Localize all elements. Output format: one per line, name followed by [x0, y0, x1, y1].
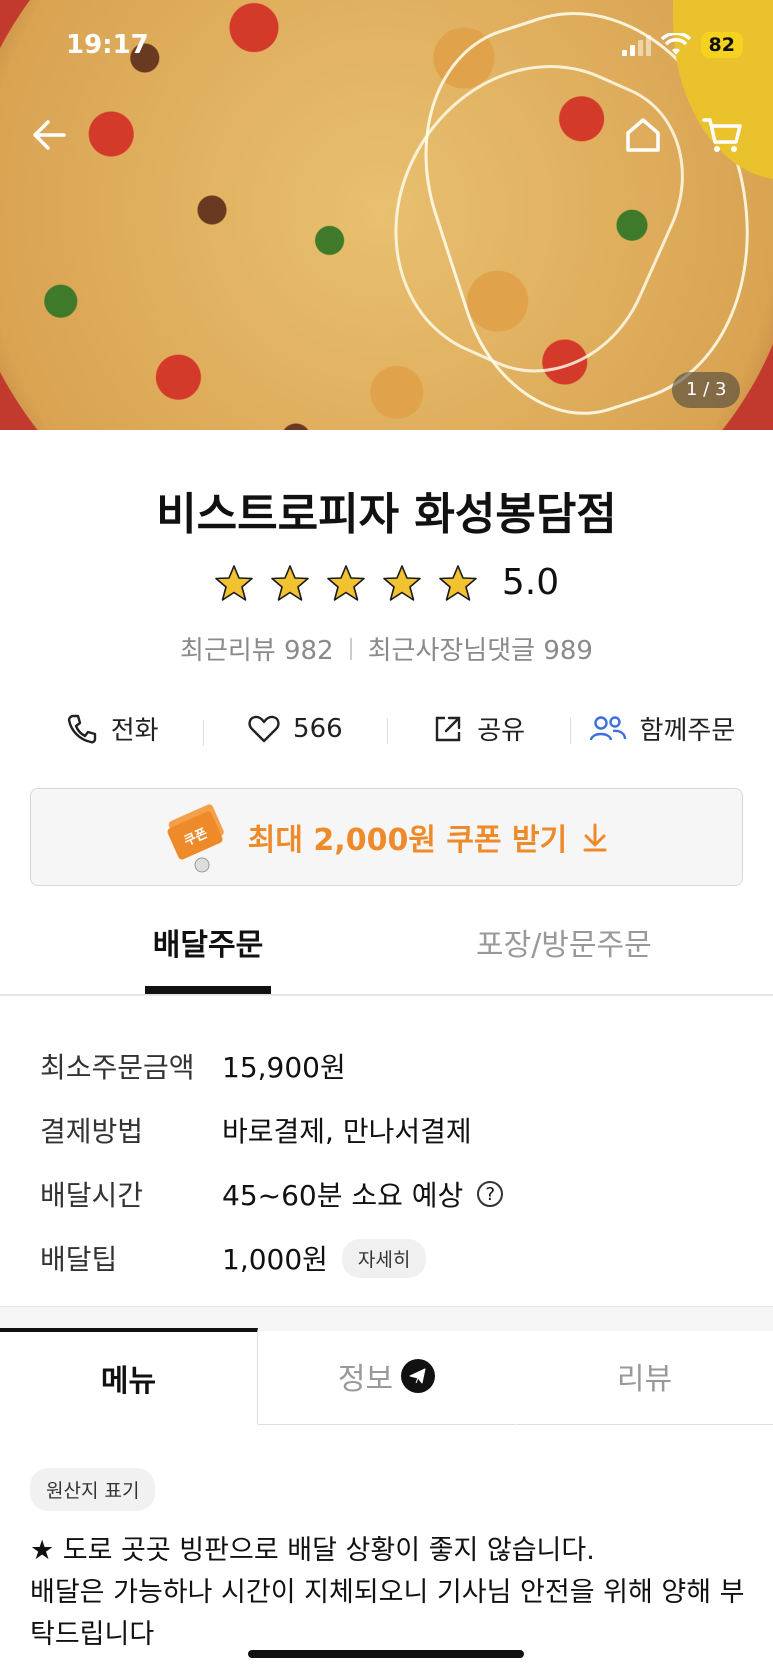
store-content-tabs: 메뉴 정보 리뷰: [0, 1328, 773, 1426]
megaphone-icon: [401, 1359, 436, 1393]
share-icon: [436, 716, 461, 741]
store-name: 비스트로피자 화성봉담점: [156, 489, 617, 540]
status-icons: 82: [621, 32, 743, 58]
battery-indicator: 82: [700, 32, 743, 58]
cart-icon: [702, 118, 742, 152]
help-icon[interactable]: ?: [477, 1181, 504, 1207]
star-icon: [438, 563, 478, 603]
like-button[interactable]: 566: [203, 712, 386, 746]
tab-menu[interactable]: 메뉴: [0, 1328, 258, 1424]
delivery-time-wrap: 45~60분 소요 예상 ?: [222, 1174, 504, 1214]
star-icon: [382, 563, 422, 603]
tab-delivery-order[interactable]: 배달주문: [145, 920, 271, 994]
notice-line-2: 배달은 가능하나 시간이 지체되오니 기사님 안전을 위해 양해 부탁드립니다: [30, 1577, 745, 1650]
signal-icon: [621, 34, 651, 56]
home-button[interactable]: [620, 112, 666, 158]
delivery-tip-label: 배달팁: [40, 1243, 118, 1276]
separator: [349, 637, 352, 660]
payment-value: 바로결제, 만나서결제: [222, 1115, 472, 1148]
group-order-label: 함께주문: [639, 716, 736, 746]
image-pager: 1 / 3: [672, 372, 741, 408]
delivery-time-value: 45~60분 소요 예상: [222, 1179, 464, 1212]
info-row-delivery-time: 배달시간 45~60분 소요 예상 ?: [40, 1162, 504, 1226]
share-button[interactable]: 공유: [386, 710, 570, 747]
origin-label-button[interactable]: 원산지 표기: [30, 1468, 156, 1511]
like-count: 566: [293, 713, 343, 744]
delivery-info: 최소주문금액 15,900원 결제방법 바로결제, 만나서결제 배달시간 45~…: [40, 1034, 504, 1290]
tab-info[interactable]: 정보: [258, 1328, 515, 1425]
info-row-delivery-tip: 배달팁 1,000원 자세히: [40, 1226, 503, 1290]
rating-row[interactable]: 5.0: [0, 562, 773, 603]
group-order-button[interactable]: 함께주문: [569, 710, 753, 747]
coupon-banner[interactable]: 쿠폰 최대 2,000원 쿠폰 받기: [30, 788, 743, 886]
tab-review[interactable]: 리뷰: [516, 1328, 773, 1425]
min-order-value: 15,900원: [222, 1051, 346, 1084]
star-icon: [214, 563, 254, 603]
tab-menu-label: 메뉴: [100, 1364, 157, 1399]
tab-pickup-order[interactable]: 포장/방문주문: [476, 920, 652, 964]
info-row-min-order: 최소주문금액 15,900원: [40, 1034, 503, 1098]
cart-button[interactable]: [700, 112, 746, 158]
tab-review-label: 리뷰: [616, 1362, 673, 1397]
home-indicator[interactable]: [248, 1650, 524, 1658]
tab-info-label: 정보: [337, 1362, 394, 1397]
rating-value: 5.0: [501, 562, 560, 603]
order-type-tabs: 배달주문 포장/방문주문: [0, 920, 773, 996]
coupon-label: 최대 2,000원 쿠폰 받기: [247, 823, 568, 858]
review-counts[interactable]: 최근리뷰 982 최근사장님댓글 989: [0, 630, 773, 667]
people-icon: [589, 715, 626, 740]
notice-line-1: ★ 도로 곳곳 빙판으로 배달 상황이 좋지 않습니다.: [30, 1535, 595, 1566]
delivery-tip-value: 1,000원: [222, 1243, 328, 1276]
action-bar: 전화 566 공유 함께주문: [20, 710, 753, 747]
call-button[interactable]: 전화: [20, 710, 203, 747]
hero-image[interactable]: 19:17 82 1 / 3: [0, 0, 773, 430]
delivery-tip-wrap: 1,000원 자세히: [222, 1238, 427, 1278]
recent-reviews-count[interactable]: 최근리뷰 982: [180, 630, 334, 667]
delivery-time-label: 배달시간: [40, 1179, 144, 1212]
download-arrow-icon: [583, 823, 607, 852]
star-icon: [270, 563, 310, 603]
store-notice: ★ 도로 곳곳 빙판으로 배달 상황이 좋지 않습니다. 배달은 가능하나 시간…: [30, 1530, 750, 1656]
phone-icon: [67, 714, 96, 743]
back-button[interactable]: [26, 112, 72, 158]
wifi-icon: [660, 33, 691, 55]
heart-icon: [248, 715, 280, 742]
star-icon: [326, 563, 366, 603]
share-label: 공유: [477, 716, 526, 746]
coupon-ticket-icon: 쿠폰: [167, 804, 224, 873]
payment-label: 결제방법: [40, 1115, 144, 1148]
min-order-label: 최소주문금액: [40, 1051, 195, 1084]
home-icon: [626, 118, 660, 152]
info-row-payment: 결제방법 바로결제, 만나서결제: [40, 1098, 503, 1162]
status-time: 19:17: [66, 30, 149, 60]
arrow-left-icon: [33, 120, 66, 150]
tip-detail-button[interactable]: 자세히: [341, 1238, 427, 1278]
call-label: 전화: [110, 716, 159, 746]
owner-replies-count[interactable]: 최근사장님댓글 989: [368, 630, 593, 667]
